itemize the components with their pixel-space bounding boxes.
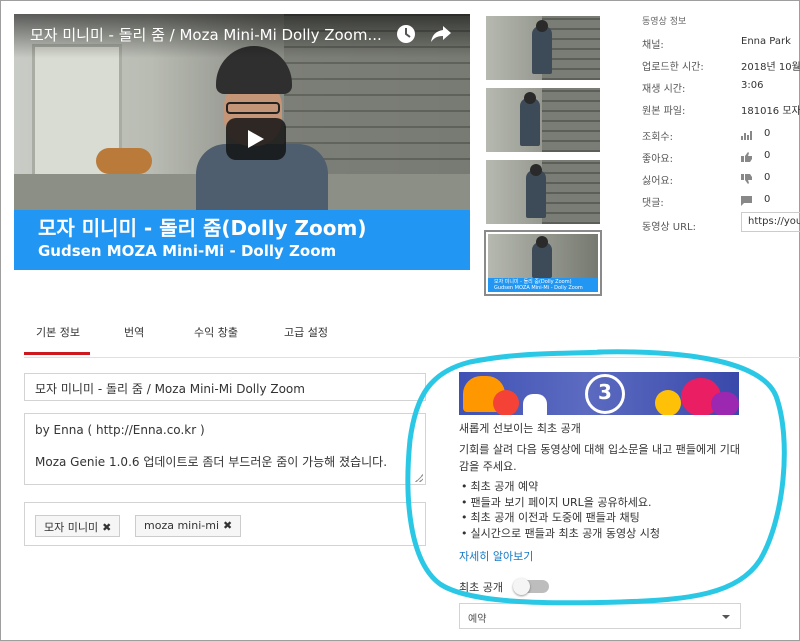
tab-translation[interactable]: 번역: [124, 324, 144, 340]
video-url-field[interactable]: https://you: [741, 212, 800, 232]
chevron-down-icon: [722, 615, 730, 619]
info-row-likes: 좋아요: 0: [642, 150, 771, 165]
countdown-number: 3: [598, 380, 612, 404]
thumbnail-banner: 모자 미니미 - 돌리 줌(Dolly Zoom) Gudsen MOZA Mi…: [488, 278, 598, 292]
video-banner-subtitle: Gudsen MOZA Mini-Mi - Dolly Zoom: [38, 242, 337, 260]
premiere-toggle-label: 최초 공개: [459, 581, 503, 594]
bar-chart-icon: [741, 131, 752, 140]
play-button[interactable]: [226, 118, 286, 160]
comment-icon: [741, 196, 752, 206]
description-textarea[interactable]: by Enna ( http://Enna.co.kr ) Moza Genie…: [24, 413, 426, 485]
info-row-uploaded: 업로드한 시간: 2018년 10월: [642, 62, 800, 73]
thumbs-down-icon: [741, 174, 752, 184]
tab-advanced-settings[interactable]: 고급 설정: [284, 324, 328, 340]
info-row-duration: 재생 시간: 3:06: [642, 80, 764, 95]
visibility-select-value: 예약: [468, 614, 487, 625]
info-row-file: 원본 파일: 181016 모자: [642, 106, 800, 117]
list-item: 팬들과 보기 페이지 URL을 공유하세요.: [461, 495, 751, 511]
title-input[interactable]: 모자 미니미 - 돌리 줌 / Moza Mini-Mi Dolly Zoom: [24, 373, 426, 401]
thumbnail-option-1[interactable]: [486, 16, 600, 80]
video-title[interactable]: 모자 미니미 - 돌리 줌 / Moza Mini-Mi Dolly Zoom.…: [30, 24, 390, 45]
info-row-dislikes: 싫어요: 0: [642, 172, 771, 187]
info-row-views: 조회수: 0: [642, 128, 771, 143]
premiere-banner-illustration: 3: [459, 372, 739, 415]
learn-more-link[interactable]: 자세히 알아보기: [459, 548, 533, 564]
premiere-toggle[interactable]: [513, 578, 549, 595]
tab-basic-info[interactable]: 기본 정보: [24, 324, 90, 355]
channel-link[interactable]: Enna Park: [741, 36, 791, 47]
tags-input[interactable]: 모자 미니미 ✖ moza mini-mi ✖: [24, 502, 426, 546]
thumbnail-option-2[interactable]: [486, 88, 600, 152]
list-item: 최초 공개 예약: [461, 479, 751, 495]
toggle-knob: [513, 578, 530, 595]
share-icon[interactable]: [430, 24, 452, 44]
video-frame-dog: [96, 148, 152, 174]
list-item: 최초 공개 이전과 도중에 팬들과 채팅: [461, 510, 751, 526]
thumbs-up-icon: [741, 152, 752, 162]
tab-monetization[interactable]: 수익 창출: [194, 324, 238, 340]
tag-chip: 모자 미니미 ✖: [35, 515, 121, 537]
description-line-2: Moza Genie 1.0.6 업데이트로 좀더 부드러운 줌이 가능해 졌습…: [35, 455, 388, 469]
tag-remove-icon[interactable]: ✖: [223, 519, 232, 532]
video-banner: 모자 미니미 - 돌리 줌(Dolly Zoom) Gudsen MOZA Mi…: [14, 210, 470, 270]
watch-later-icon[interactable]: [396, 24, 416, 44]
premiere-description: 기회를 살려 다음 동영상에 대해 입소문을 내고 팬들에게 기대감을 주세요.: [459, 443, 740, 473]
tag-remove-icon[interactable]: ✖: [102, 521, 111, 534]
list-item: 실시간으로 팬들과 최초 공개 동영상 시청: [461, 526, 751, 542]
visibility-select[interactable]: 예약: [459, 603, 741, 629]
tag-chip: moza mini-mi ✖: [135, 515, 242, 537]
info-row-channel: 채널: Enna Park: [642, 36, 791, 51]
premiere-feature-list: 최초 공개 예약 팬들과 보기 페이지 URL을 공유하세요. 최초 공개 이전…: [461, 479, 751, 541]
thumbnail-option-3[interactable]: [486, 160, 600, 224]
premiere-title: 새롭게 선보이는 최초 공개: [459, 422, 581, 435]
description-line-1: by Enna ( http://Enna.co.kr ): [35, 423, 205, 437]
thumbnail-option-selected[interactable]: 모자 미니미 - 돌리 줌(Dolly Zoom) Gudsen MOZA Mi…: [484, 230, 602, 296]
play-icon: [248, 130, 264, 148]
video-banner-title: 모자 미니미 - 돌리 줌(Dolly Zoom): [38, 216, 367, 240]
video-info-heading: 동영상 정보: [642, 17, 687, 27]
resize-handle[interactable]: [415, 474, 423, 482]
settings-tabs: 기본 정보 번역 수익 창출 고급 설정: [24, 320, 800, 358]
video-player[interactable]: 모자 미니미 - 돌리 줌 / Moza Mini-Mi Dolly Zoom.…: [14, 14, 470, 270]
info-row-comments: 댓글: 0: [642, 194, 771, 209]
